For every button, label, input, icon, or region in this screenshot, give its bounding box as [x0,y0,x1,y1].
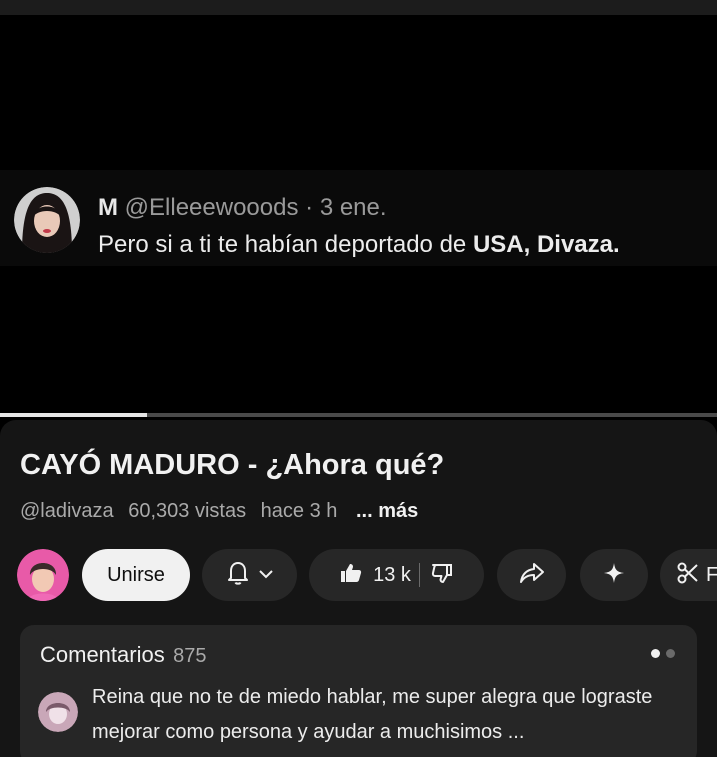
comments-label: Comentarios [40,642,165,667]
commenter-avatar[interactable] [38,692,78,732]
share-icon [519,562,545,589]
page-dot [666,649,675,658]
notifications-button[interactable] [202,549,297,601]
video-info-panel: CAYÓ MADURO - ¿Ahora qué? @ladivaza 60,3… [0,420,717,757]
video-meta: @ladivaza 60,303 vistas hace 3 h ... más [20,500,427,523]
sparkle-icon [603,562,625,589]
tweet-avatar [14,187,80,253]
like-count[interactable]: 13 k [373,564,411,587]
like-dislike-group: 13 k [309,549,484,601]
join-button[interactable]: Unirse [82,549,190,601]
more-link[interactable]: ... más [356,500,418,522]
tweet-screenshot: M @Elleeewooods · 3 ene. Pero si a ti te… [0,170,717,266]
tweet-text: Pero si a ti te habían deportado de USA,… [98,231,620,259]
tweet-date: · 3 ene. [305,194,387,221]
action-bar: Unirse 13 k F [0,548,717,604]
comments-header: Comentarios 875 [40,642,207,668]
page-dot [651,649,660,658]
comments-page-indicator [651,649,675,658]
ask-ai-button[interactable] [580,549,648,601]
like-divider [418,563,420,587]
bell-icon [226,560,250,591]
thumbs-down-icon[interactable] [430,561,454,590]
chevron-down-icon [258,566,274,584]
clip-label: F [706,563,717,586]
scissors-icon [676,561,700,590]
tweet-text-bold: USA, Divaza. [472,231,620,258]
status-bar [0,0,717,15]
tweet-text-plain: Pero si a ti te habían deportado de [98,231,473,258]
tweet-display-name: M [98,194,118,221]
thumbs-up-icon[interactable] [339,561,363,590]
comments-card[interactable]: Comentarios 875 Reina que no te de miedo… [20,625,697,757]
comments-count: 875 [173,645,207,667]
channel-avatar[interactable] [17,549,69,601]
share-button[interactable] [497,549,566,601]
video-progress-fill [0,413,147,417]
video-progress-bar[interactable] [0,413,717,417]
view-count: 60,303 vistas [128,500,247,522]
upload-age: hace 3 h [260,500,338,522]
clip-button[interactable]: F [660,549,717,601]
tweet-handle: @Elleeewooods [124,194,299,221]
channel-handle[interactable]: @ladivaza [20,500,114,522]
tweet-header: M @Elleeewooods · 3 ene. [98,194,387,222]
top-comment-text: Reina que no te de miedo hablar, me supe… [92,686,653,743]
video-title[interactable]: CAYÓ MADURO - ¿Ahora qué? [20,449,444,482]
